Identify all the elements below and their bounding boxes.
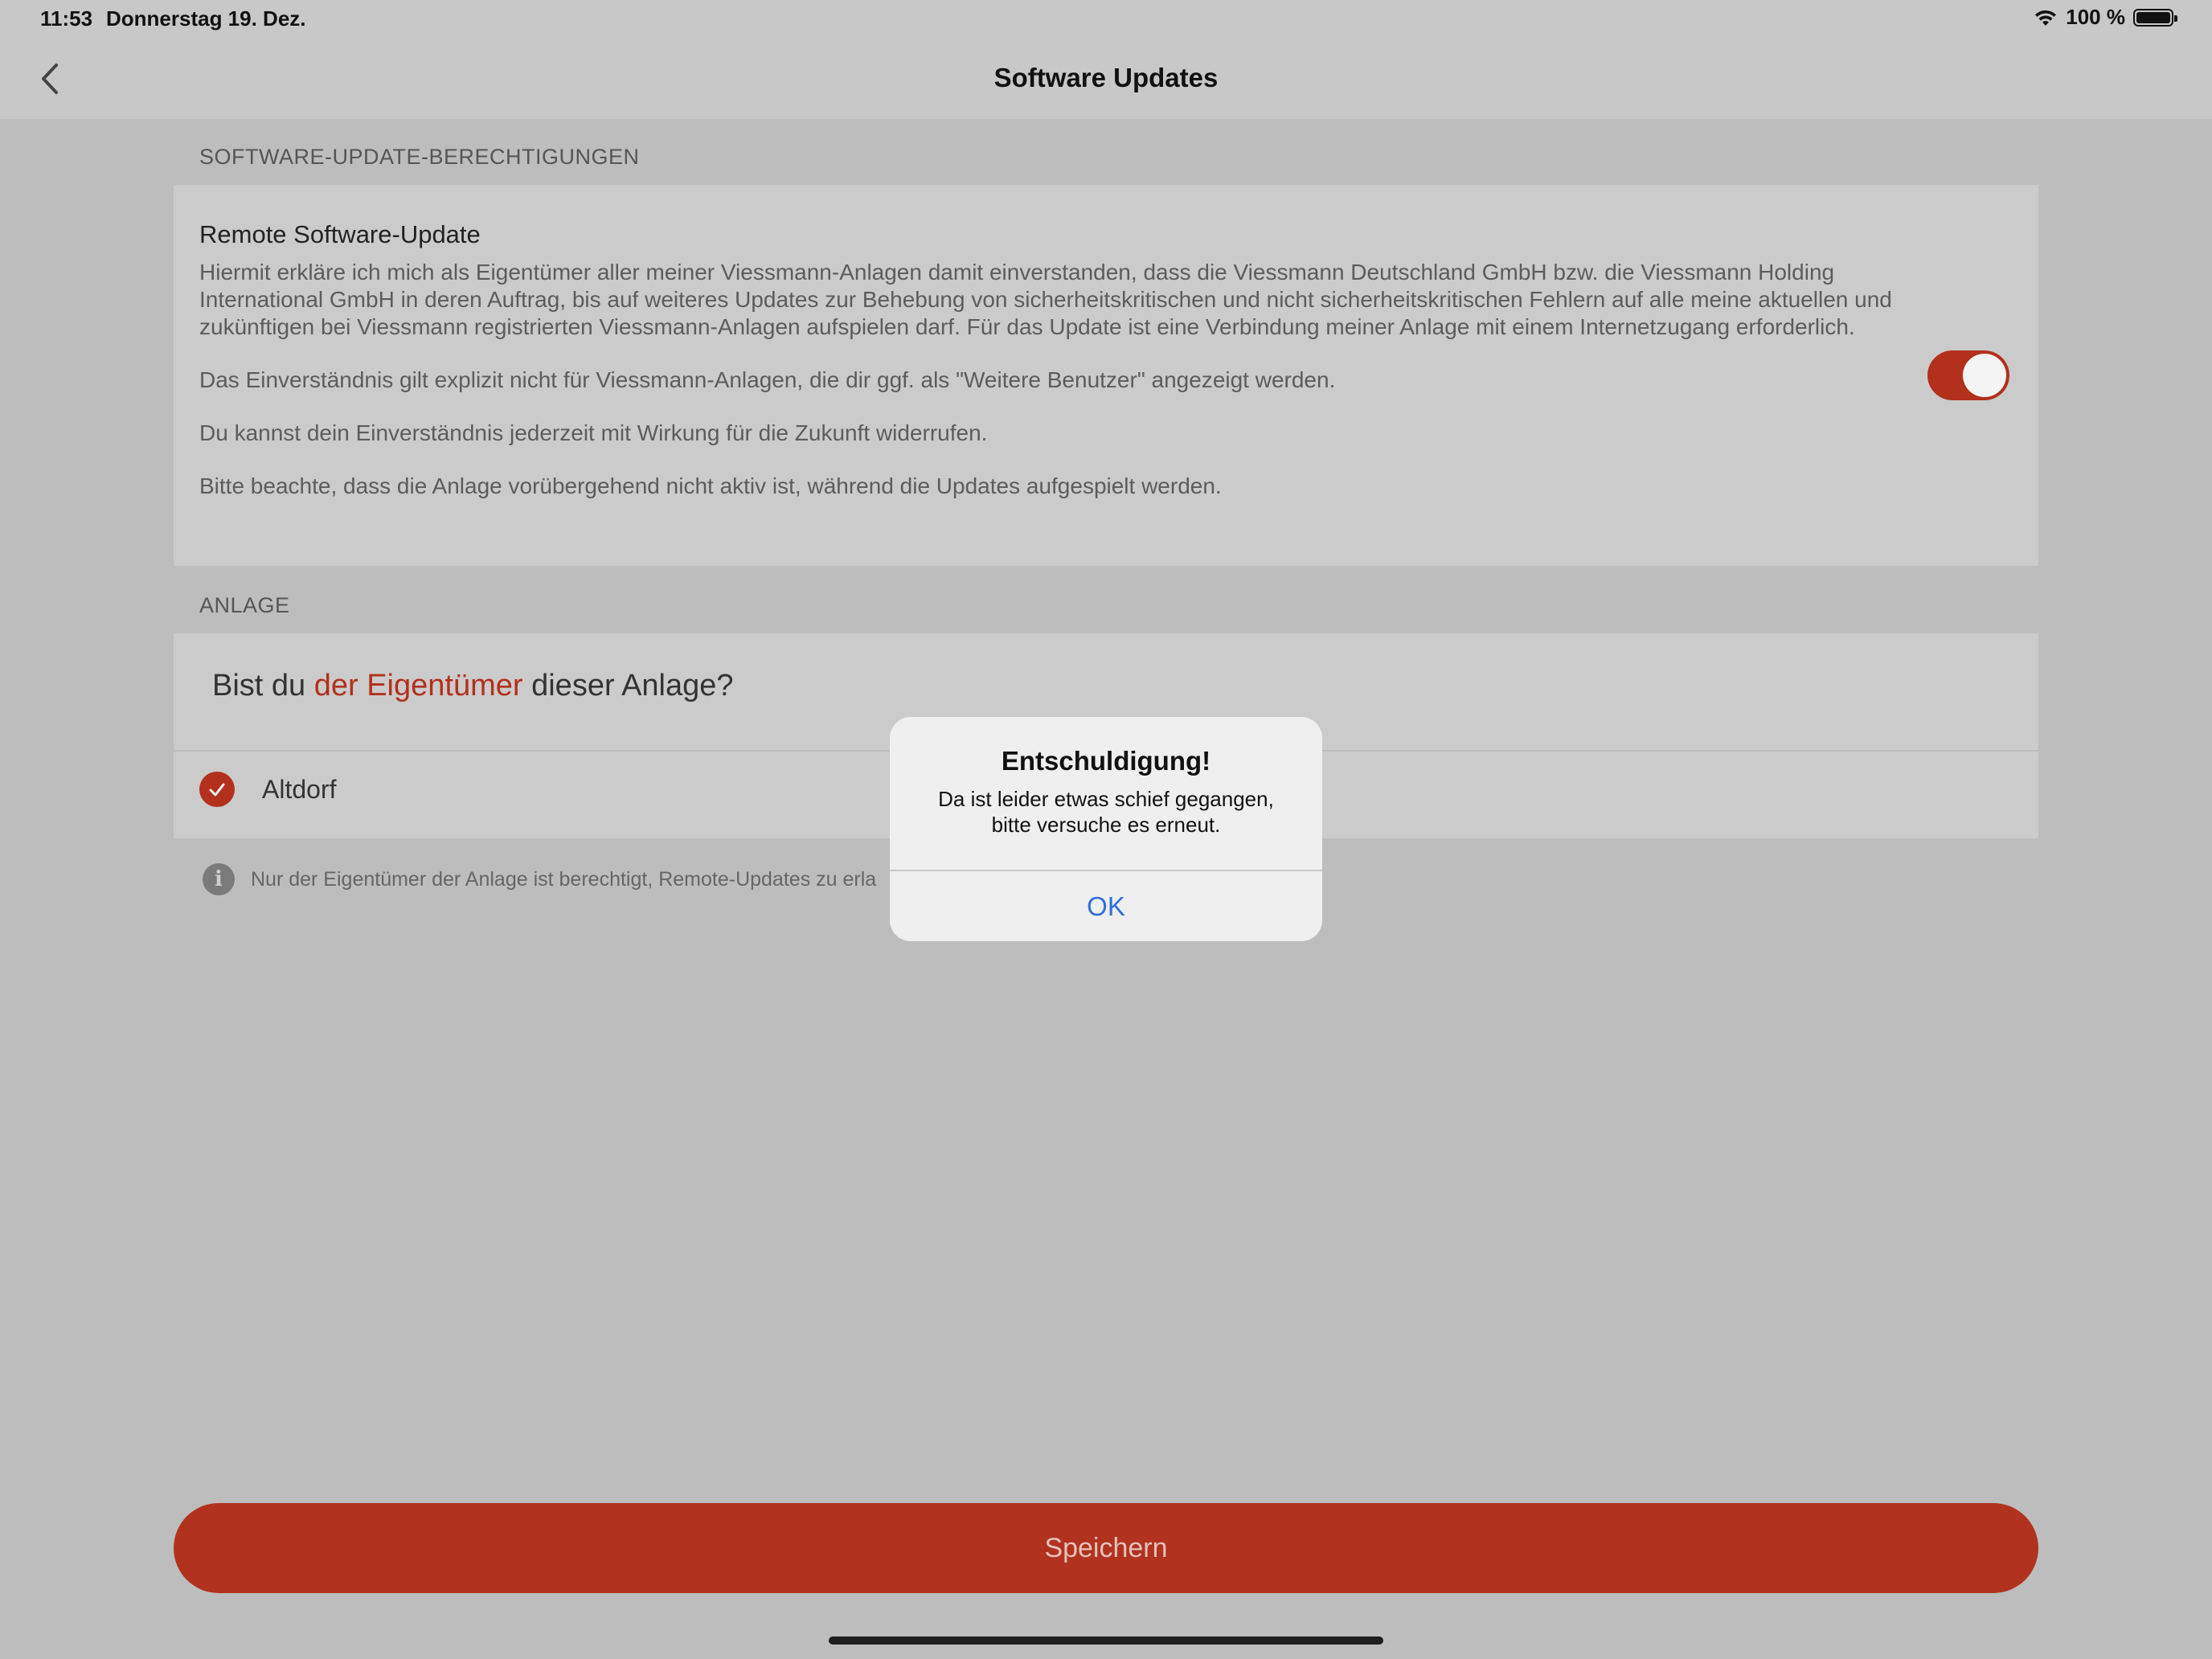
alert-message: Da ist leider etwas schief gegangen, bit… xyxy=(906,786,1306,838)
info-icon: i xyxy=(203,863,235,895)
consent-paragraph: Das Einverständnis gilt explizit nicht f… xyxy=(199,367,1336,392)
owner-question-highlight: der Eigentümer xyxy=(313,669,523,703)
toggle-knob xyxy=(1963,354,2006,397)
info-text: Nur der Eigentümer der Anlage ist berech… xyxy=(251,867,877,891)
info-row: i Nur der Eigentümer der Anlage ist bere… xyxy=(203,863,876,895)
consent-paragraph: Hiermit erkläre ich mich als Eigentümer … xyxy=(199,260,1892,339)
status-date: Donnerstag 19. Dez. xyxy=(106,6,306,31)
battery-percent: 100 % xyxy=(2066,5,2125,29)
alert-message-line: bitte versuche es erneut. xyxy=(991,813,1221,837)
owner-question-suffix: dieser Anlage? xyxy=(522,669,734,703)
remote-update-toggle[interactable] xyxy=(1927,350,2009,400)
wifi-icon xyxy=(2035,10,2057,26)
consent-card: Remote Software-Update Hiermit erkläre i… xyxy=(174,185,2038,566)
consent-title: Remote Software-Update xyxy=(199,220,481,248)
consent-paragraph: Bitte beachte, dass die Anlage vorüberge… xyxy=(199,473,1222,498)
consent-text: Remote Software-Update Hiermit erkläre i… xyxy=(199,220,1952,526)
owner-question: Bist du der Eigentümer dieser Anlage? xyxy=(212,669,734,703)
battery-icon xyxy=(2133,8,2177,27)
error-alert: Entschuldigung! Da ist leider etwas schi… xyxy=(890,717,1322,941)
screen: 11:53 Donnerstag 19. Dez. 100 % Software… xyxy=(0,0,2212,1659)
status-bar: 11:53 Donnerstag 19. Dez. 100 % xyxy=(0,0,2212,39)
save-button[interactable]: Speichern xyxy=(174,1503,2038,1593)
plant-row-altdorf[interactable]: Altdorf xyxy=(199,772,336,807)
nav-bar: Software Updates xyxy=(0,39,2212,119)
owner-question-prefix: Bist du xyxy=(212,669,314,703)
status-right: 100 % xyxy=(2034,5,2177,30)
plant-name: Altdorf xyxy=(262,774,337,804)
section-header-permissions: SOFTWARE-UPDATE-BERECHTIGUNGEN xyxy=(199,145,640,169)
page-title: Software Updates xyxy=(993,63,1219,92)
status-time: 11:53 xyxy=(40,6,93,31)
home-indicator xyxy=(829,1636,1383,1645)
alert-title: Entschuldigung! xyxy=(1001,746,1211,776)
consent-paragraph: Du kannst dein Einverständnis jederzeit … xyxy=(199,420,988,445)
alert-message-line: Da ist leider etwas schief gegangen, xyxy=(938,787,1274,811)
section-header-plant: ANLAGE xyxy=(199,593,290,617)
alert-ok-button[interactable]: OK xyxy=(890,871,1322,941)
checkmark-icon xyxy=(199,772,235,807)
